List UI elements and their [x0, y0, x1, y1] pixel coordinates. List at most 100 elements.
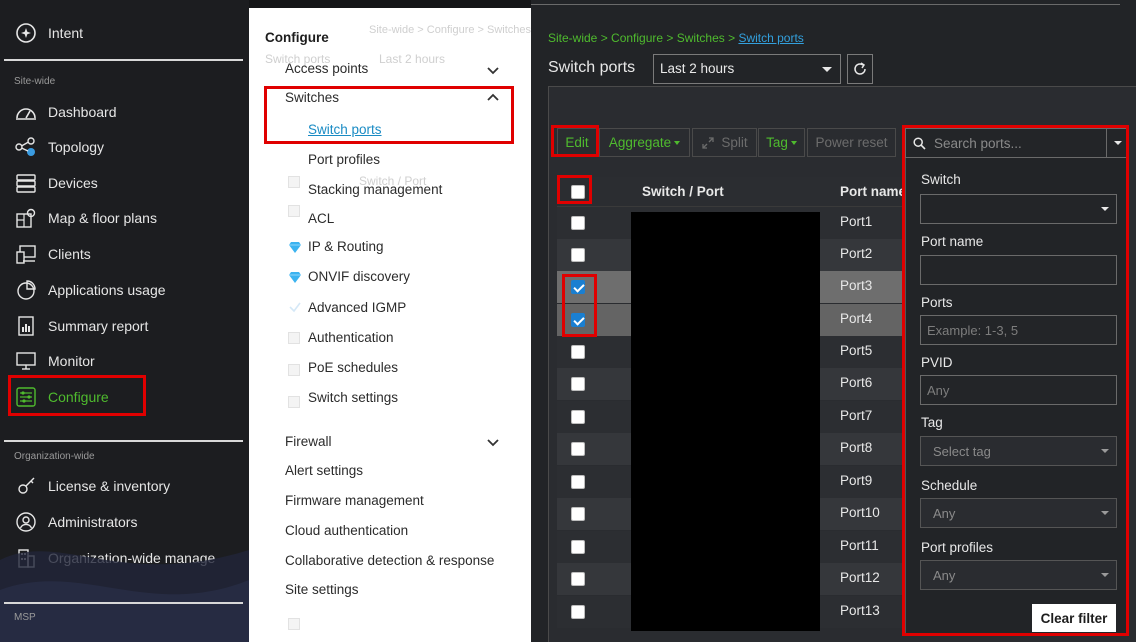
power-reset-button[interactable]: Power reset — [807, 128, 896, 157]
submenu-switches[interactable]: Switches — [285, 90, 339, 105]
split-button[interactable]: Split — [692, 128, 757, 157]
row-checkbox[interactable] — [571, 410, 585, 424]
row-checkbox[interactable] — [571, 475, 585, 489]
submenu-firewall[interactable]: Firewall — [285, 434, 332, 449]
chevron-down-icon[interactable] — [486, 438, 500, 448]
caret-down-icon — [1101, 207, 1109, 211]
nav-item-summary-report[interactable]: Summary report — [12, 311, 242, 341]
port-name: Port12 — [840, 570, 880, 585]
refresh-button[interactable] — [847, 54, 873, 84]
port-name: Port2 — [840, 246, 873, 261]
map-icon — [12, 205, 40, 231]
nav-label: Intent — [48, 25, 84, 41]
submenu-cloud-authentication[interactable]: Cloud authentication — [285, 523, 408, 538]
background-waves — [0, 550, 249, 642]
submenu-stacking-management[interactable]: Stacking management — [308, 182, 442, 197]
tag-select[interactable]: Select tag — [920, 436, 1117, 466]
nav-label: Configure — [48, 389, 109, 405]
filter-label-switch: Switch — [921, 172, 961, 187]
aggregate-label: Aggregate — [608, 135, 672, 150]
filter-label-ports: Ports — [921, 295, 953, 310]
row-checkbox[interactable] — [571, 507, 585, 521]
col-port-name[interactable]: Port name — [840, 184, 906, 199]
edit-button[interactable]: Edit — [557, 128, 597, 157]
nav-item-dashboard[interactable]: Dashboard — [12, 97, 242, 127]
ports-field[interactable]: Example: 1-3, 5 — [920, 315, 1117, 345]
nav-item-applications-usage[interactable]: Applications usage — [12, 275, 242, 305]
search-ports-input[interactable]: Search ports... — [905, 128, 1128, 158]
caret-down-icon — [674, 140, 681, 145]
nav-divider — [4, 440, 243, 442]
ghost-checkbox — [288, 396, 300, 408]
row-checkbox[interactable] — [571, 572, 585, 586]
row-checkbox[interactable] — [571, 248, 585, 262]
top-divider — [531, 4, 1120, 5]
breadcrumb-path[interactable]: Site-wide > Configure > Switches > — [548, 31, 738, 45]
redacted-area — [631, 212, 820, 631]
submenu-advanced-igmp[interactable]: Advanced IGMP — [308, 300, 406, 315]
tag-select-placeholder: Select tag — [933, 444, 991, 459]
select-all-checkbox[interactable] — [571, 185, 585, 199]
nav-item-topology[interactable]: Topology — [12, 132, 242, 162]
nav-divider — [4, 602, 243, 604]
nav-item-map[interactable]: Map & floor plans — [12, 203, 242, 233]
switch-select[interactable] — [920, 194, 1117, 224]
row-checkbox[interactable] — [571, 605, 585, 619]
nav-item-clients[interactable]: Clients — [12, 239, 242, 269]
submenu-port-profiles[interactable]: Port profiles — [308, 152, 380, 167]
nav-item-license-inventory[interactable]: License & inventory — [12, 471, 242, 501]
row-checkbox[interactable] — [571, 377, 585, 391]
row-checkbox[interactable] — [571, 442, 585, 456]
nav-label: Summary report — [48, 318, 149, 334]
submenu-alert-settings[interactable]: Alert settings — [285, 463, 363, 478]
time-range-value: Last 2 hours — [660, 61, 735, 76]
submenu-switch-settings[interactable]: Switch settings — [308, 390, 398, 405]
col-switch-port[interactable]: Switch / Port — [642, 184, 724, 199]
row-checkbox[interactable] — [571, 345, 585, 359]
submenu-switch-ports[interactable]: Switch ports — [308, 122, 382, 137]
nav-label: Applications usage — [48, 282, 166, 298]
nav-item-intent[interactable]: Intent — [12, 18, 242, 48]
row-checkbox[interactable] — [571, 216, 585, 230]
search-icon — [913, 137, 926, 150]
devices-icon — [12, 170, 40, 196]
row-checkbox[interactable] — [571, 280, 585, 294]
submenu-onvif-discovery[interactable]: ONVIF discovery — [308, 269, 410, 284]
configure-icon — [12, 384, 40, 410]
table-header: Switch / Port Port name — [557, 177, 907, 207]
aggregate-button[interactable]: Aggregate — [599, 128, 690, 157]
ghost-breadcrumb: Site-wide > Configure > Switches > Switc… — [369, 24, 531, 36]
submenu-acl[interactable]: ACL — [308, 211, 334, 226]
filter-label-pvid: PVID — [921, 355, 953, 370]
port-name-field[interactable] — [920, 255, 1117, 285]
port-name: Port13 — [840, 603, 880, 618]
submenu-access-points[interactable]: Access points — [285, 61, 368, 76]
chevron-down-icon[interactable] — [486, 66, 500, 76]
submenu-site-settings[interactable]: Site settings — [285, 582, 359, 597]
nav-item-monitor[interactable]: Monitor — [12, 346, 242, 376]
nav-item-configure[interactable]: Configure — [12, 382, 242, 412]
submenu-ip-routing[interactable]: IP & Routing — [308, 239, 384, 254]
submenu-collaborative-detection[interactable]: Collaborative detection & response — [285, 553, 494, 568]
pvid-placeholder: Any — [927, 383, 950, 398]
nav-item-devices[interactable]: Devices — [12, 168, 242, 198]
nav-label: Map & floor plans — [48, 210, 157, 226]
tag-button[interactable]: Tag — [758, 128, 805, 157]
pvid-field[interactable]: Any — [920, 375, 1117, 405]
port-name: Port1 — [840, 214, 873, 229]
breadcrumb-current[interactable]: Switch ports — [738, 31, 803, 45]
port-profiles-select[interactable]: Any — [920, 560, 1117, 590]
caret-down-icon[interactable] — [1114, 141, 1122, 145]
time-range-select[interactable]: Last 2 hours — [653, 54, 841, 84]
nav-label: Topology — [48, 139, 105, 155]
schedule-select[interactable]: Any — [920, 498, 1117, 528]
submenu-firmware-management[interactable]: Firmware management — [285, 493, 424, 508]
row-checkbox[interactable] — [571, 540, 585, 554]
nav-label: Devices — [48, 175, 98, 191]
clear-filter-button[interactable]: Clear filter — [1032, 604, 1116, 632]
chevron-up-icon[interactable] — [486, 92, 500, 102]
refresh-icon — [854, 62, 866, 75]
submenu-poe-schedules[interactable]: PoE schedules — [308, 360, 398, 375]
row-checkbox[interactable] — [571, 313, 585, 327]
submenu-authentication[interactable]: Authentication — [308, 330, 394, 345]
